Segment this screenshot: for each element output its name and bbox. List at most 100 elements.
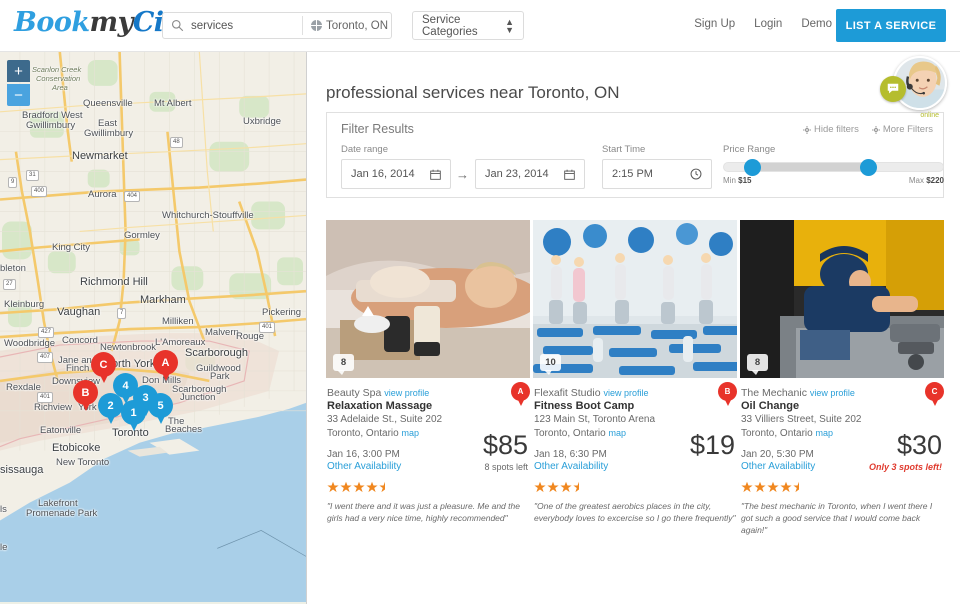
map-marker-5[interactable]: 5 (148, 393, 173, 427)
service-address: 123 Main St, Toronto Arena (534, 414, 656, 425)
price-range-values: Min $15 Max $220 (723, 176, 944, 185)
calendar-icon (564, 169, 575, 180)
view-profile-link[interactable]: view profile (384, 388, 429, 398)
map-marker-b[interactable]: B (73, 380, 98, 414)
star-icon (327, 481, 339, 493)
service-address: 33 Villiers Street, Suite 202 (741, 414, 862, 425)
start-time-value: 2:15 PM (612, 168, 653, 180)
card-map-pin-a[interactable]: A (511, 382, 530, 408)
logo-part-book: Book (14, 7, 90, 38)
view-profile-link[interactable]: view profile (810, 388, 855, 398)
route-shield-icon: 427 (38, 327, 55, 338)
date-range-label: Date range (341, 144, 389, 155)
service-categories-select[interactable]: Service Categories ▲ ▼ (412, 11, 524, 40)
map-panel[interactable]: + − Scanlon Creek Conservation Area Queensv… (0, 52, 307, 604)
pin-tail (929, 396, 940, 406)
result-card: 10 B Flexafit Studio view profile Fitnes… (533, 220, 737, 536)
rating-stars (327, 481, 529, 493)
price-min-value: Min $15 (723, 176, 752, 185)
review-quote: "I went there and it was just a pleasure… (327, 501, 520, 523)
photo-massage (326, 220, 530, 378)
marker-label: 2 (98, 393, 123, 418)
service-address: 33 Adelaide St., Suite 202 (327, 414, 443, 425)
star-icon (560, 481, 572, 493)
card-body: B Flexafit Studio view profile Fitness B… (533, 378, 737, 524)
map-zoom-in-button[interactable]: + (7, 60, 30, 82)
card-body: C The Mechanic view profile Oil Change 3… (740, 378, 944, 536)
price: $19 (689, 430, 735, 460)
nav-demo[interactable]: Demo (801, 18, 832, 30)
start-time-input[interactable]: 2:15 PM (602, 159, 712, 189)
view-profile-link[interactable]: view profile (603, 388, 648, 398)
pin-tail (515, 396, 526, 406)
location-field[interactable]: Toronto, ON (303, 20, 388, 32)
chat-glyph (887, 83, 899, 94)
chat-bubble-icon[interactable] (880, 76, 906, 102)
service-photo[interactable]: 8 (740, 220, 944, 378)
map-marker-1[interactable]: 1 (121, 400, 146, 434)
filter-title: Filter Results (341, 122, 414, 136)
marker-label: 1 (121, 400, 146, 425)
agent-status: online (920, 112, 939, 119)
updown-arrows-icon: ▲ ▼ (505, 16, 514, 35)
map-zoom-controls[interactable]: + − (7, 60, 30, 106)
nav-login[interactable]: Login (754, 18, 782, 30)
search-input[interactable] (184, 14, 302, 37)
gear-icon (802, 125, 811, 134)
map-link[interactable]: map (402, 428, 420, 438)
search-icon (171, 19, 184, 32)
star-icon (793, 481, 805, 493)
star-icon (547, 481, 559, 493)
business-name: Beauty Spa (327, 387, 382, 399)
card-map-pin-b[interactable]: B (718, 382, 737, 408)
star-icon (353, 481, 365, 493)
service-name: Relaxation Massage (327, 400, 433, 412)
price-max-handle[interactable] (860, 159, 877, 176)
review-quote: "One of the greatest aerobics places in … (534, 501, 736, 523)
start-time-group: Start Time 2:15 PM (602, 144, 712, 189)
nav-sign-up[interactable]: Sign Up (694, 18, 735, 30)
price-range-fill (751, 163, 866, 171)
filter-action-links: Hide filters More Filters (802, 124, 933, 135)
service-photo[interactable]: 8 (326, 220, 530, 378)
route-shield-icon: 404 (124, 191, 141, 202)
hide-filters-button[interactable]: Hide filters (802, 124, 859, 135)
service-photo[interactable]: 10 (533, 220, 737, 378)
price-min-handle[interactable] (744, 159, 761, 176)
rating-stars (741, 481, 943, 493)
result-card: 8 C The Mechanic view profile Oil Change… (740, 220, 944, 536)
search-bar[interactable]: Toronto, ON (162, 12, 392, 39)
date-from-input[interactable]: Jan 16, 2014 (341, 159, 451, 189)
review-quote: "The best mechanic in Toronto, when I we… (741, 501, 933, 535)
other-availability-link[interactable]: Other Availability (534, 461, 736, 472)
date-to-input[interactable]: Jan 23, 2014 (475, 159, 585, 189)
route-shield-icon: 48 (170, 137, 183, 148)
card-map-pin-c[interactable]: C (925, 382, 944, 408)
filter-results-panel: Filter Results Hide filters More Filters… (326, 112, 944, 198)
map-link[interactable]: map (816, 428, 834, 438)
route-shield-icon: 401 (37, 392, 54, 403)
photo-fitness (533, 220, 737, 378)
price-range-slider[interactable] (723, 159, 944, 176)
route-shield-icon: 31 (26, 170, 39, 181)
route-shield-icon: 400 (31, 186, 48, 197)
photo-mechanic (740, 220, 944, 378)
list-a-service-button[interactable]: LIST A SERVICE (836, 9, 946, 42)
map-zoom-out-button[interactable]: − (7, 84, 30, 106)
marker-label: 5 (148, 393, 173, 418)
photo-count-badge: 8 (333, 354, 354, 375)
star-icon (780, 481, 792, 493)
map-marker-2[interactable]: 2 (98, 393, 123, 427)
star-icon (767, 481, 779, 493)
map-link[interactable]: map (609, 428, 627, 438)
star-icon (754, 481, 766, 493)
map-marker-a[interactable]: A (153, 350, 178, 384)
calendar-icon (430, 169, 441, 180)
logo-part-my: my (89, 7, 134, 38)
hide-filters-label: Hide filters (813, 124, 859, 135)
service-name: Oil Change (741, 400, 800, 412)
service-categories-label: Service Categories (422, 13, 478, 38)
start-time-label: Start Time (602, 144, 646, 155)
business-name-row: The Mechanic view profile (741, 387, 943, 399)
more-filters-button[interactable]: More Filters (871, 124, 933, 135)
